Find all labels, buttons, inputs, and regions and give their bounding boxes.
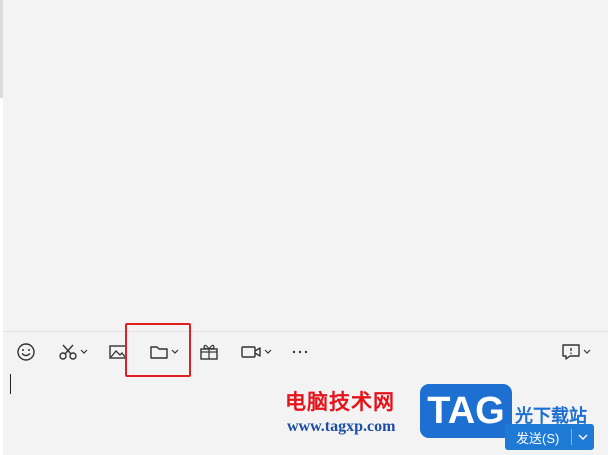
chat-history-icon [562, 344, 580, 360]
watermark-logo: TAG [420, 384, 512, 438]
emoji-button[interactable] [16, 340, 36, 364]
smiley-icon [17, 343, 35, 361]
video-call-button[interactable] [240, 340, 272, 364]
more-icon [292, 350, 308, 354]
scissors-icon [59, 344, 77, 360]
file-button-highlight [125, 323, 191, 377]
text-caret [10, 374, 11, 394]
gift-icon [200, 344, 218, 360]
red-packet-button[interactable] [199, 340, 219, 364]
chevron-down-icon [578, 434, 588, 440]
more-button[interactable] [290, 340, 310, 364]
chevron-down-icon[interactable] [80, 349, 88, 355]
send-options-button[interactable] [572, 434, 594, 441]
send-button-group: 发送(S) [505, 424, 594, 450]
chevron-down-icon[interactable] [583, 349, 591, 355]
chat-history-button[interactable] [561, 340, 591, 364]
watermark-logo-text: TAG [427, 389, 505, 432]
send-button[interactable]: 发送(S) [505, 428, 571, 447]
watermark-title: 电脑技术网 [285, 390, 395, 414]
input-toolbar [3, 332, 608, 372]
video-camera-icon [241, 346, 261, 358]
chevron-down-icon[interactable] [264, 349, 272, 355]
watermark-url: www.tagxp.com [287, 418, 396, 435]
chat-message-area [3, 0, 608, 331]
screenshot-button[interactable] [58, 340, 88, 364]
